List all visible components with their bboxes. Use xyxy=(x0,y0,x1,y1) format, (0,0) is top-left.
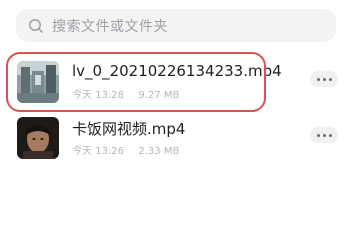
file-item[interactable]: lv_0_20210226134233.mp4 今天 13:28 9.27 MB xyxy=(0,58,347,114)
file-meta: 今天 13:28 9.27 MB xyxy=(72,86,179,101)
file-item[interactable]: 卡饭网视频.mp4 今天 13:26 2.33 MB xyxy=(0,114,347,170)
video-thumbnail xyxy=(17,61,59,103)
more-options-button[interactable] xyxy=(310,71,338,87)
file-meta: 今天 13:26 2.33 MB xyxy=(72,142,179,157)
file-day: 今天 xyxy=(72,146,92,157)
file-name: 卡饭网视频.mp4 xyxy=(72,120,186,138)
video-thumbnail xyxy=(17,117,59,159)
search-icon xyxy=(28,18,44,34)
file-day: 今天 xyxy=(72,90,92,101)
more-icon xyxy=(316,133,320,137)
file-size: 9.27 MB xyxy=(138,90,180,101)
search-bar[interactable]: 搜索文件或文件夹 xyxy=(16,9,336,42)
more-options-button[interactable] xyxy=(310,127,338,143)
more-icon xyxy=(316,77,320,81)
file-browser-page: 搜索文件或文件夹 lv_0_20210226134233.mp4 今天 13:2… xyxy=(0,0,347,250)
file-time: 13:26 xyxy=(95,146,125,157)
file-time: 13:28 xyxy=(95,90,125,101)
file-name: lv_0_20210226134233.mp4 xyxy=(72,62,282,80)
file-size: 2.33 MB xyxy=(138,146,180,157)
search-placeholder: 搜索文件或文件夹 xyxy=(52,18,168,35)
